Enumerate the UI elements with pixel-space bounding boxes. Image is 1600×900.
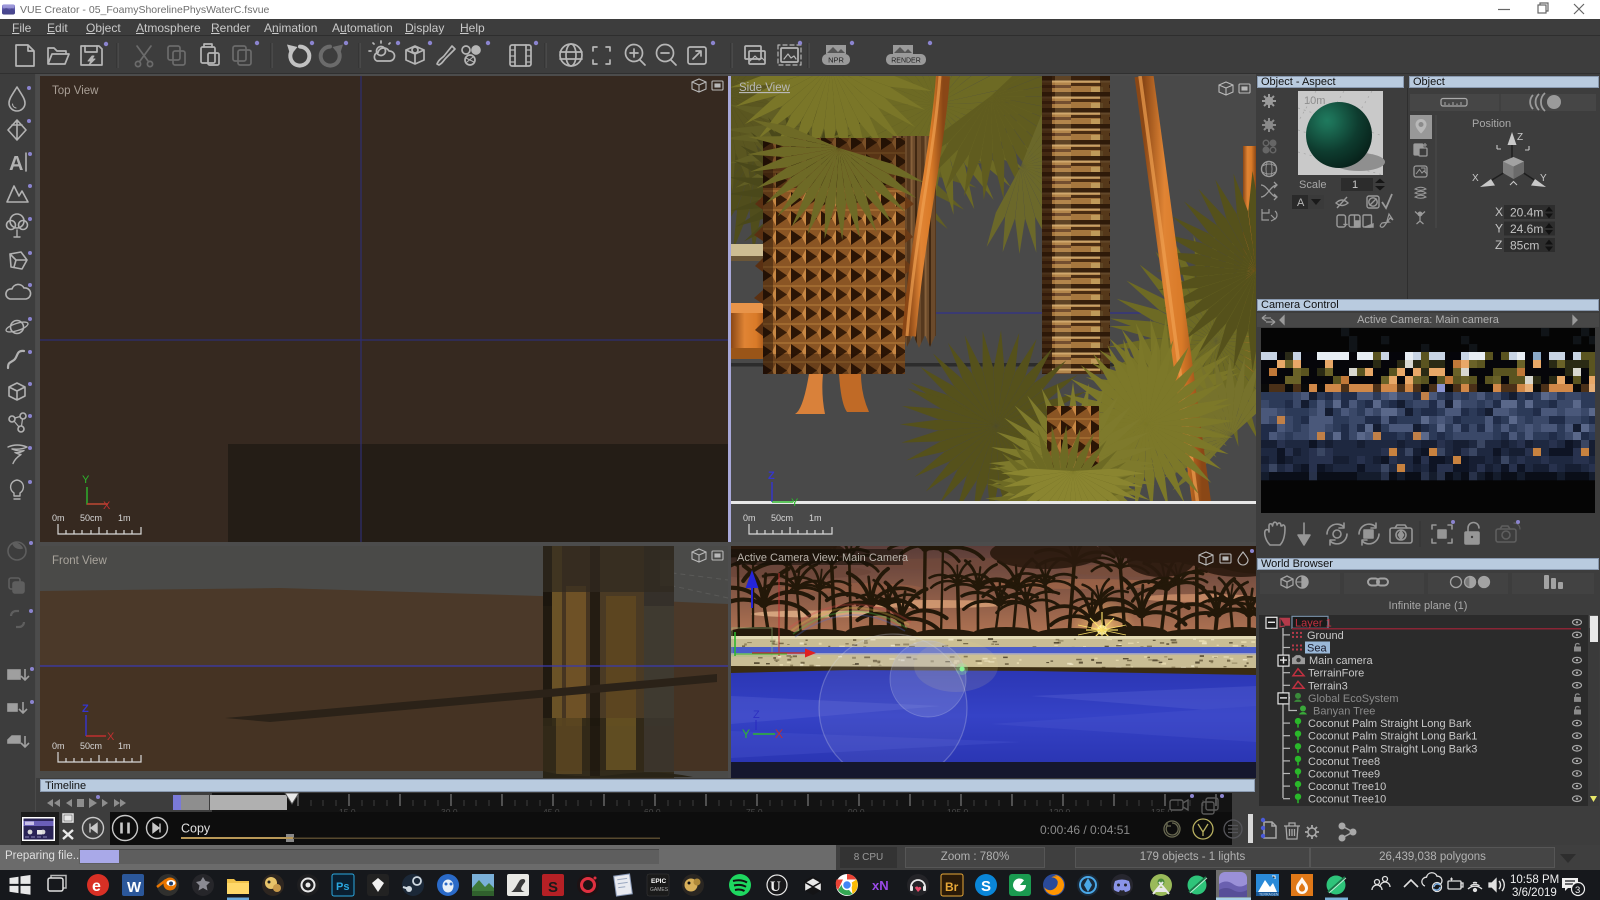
svg-text:Coconut Tree8: Coconut Tree8 [1308, 756, 1380, 768]
svg-text:Coconut Tree9: Coconut Tree9 [1308, 769, 1380, 781]
svg-text:0m: 0m [52, 513, 65, 523]
svg-text:Ps: Ps [336, 881, 349, 893]
svg-text:Side View: Side View [739, 82, 791, 94]
svg-text:EPIC: EPIC [651, 878, 666, 885]
svg-text:Sea: Sea [1307, 643, 1327, 655]
svg-text:TerrainFore: TerrainFore [1308, 668, 1364, 680]
svg-text:Z: Z [768, 470, 775, 482]
svg-text:Z: Z [1495, 238, 1502, 252]
svg-text:Br: Br [945, 880, 959, 894]
svg-text:Coconut Palm Straight Long Bar: Coconut Palm Straight Long Bark1 [1308, 731, 1477, 743]
svg-text:Z: Z [753, 709, 760, 721]
svg-text:Coconut Palm Straight Long Bar: Coconut Palm Straight Long Bark [1308, 718, 1472, 730]
svg-text:Active Camera View: Main Camer: Active Camera View: Main Camera [737, 552, 909, 564]
svg-text:S: S [981, 878, 991, 895]
svg-text:Y: Y [1540, 173, 1547, 184]
svg-text:X: X [1472, 173, 1479, 184]
svg-text:e: e [92, 878, 101, 895]
svg-text:RENDER: RENDER [891, 58, 921, 65]
svg-text:Top View: Top View [52, 85, 99, 97]
svg-text:Y: Y [1495, 222, 1503, 236]
svg-text:S: S [548, 879, 558, 896]
svg-text:Coconut Tree10: Coconut Tree10 [1308, 794, 1386, 806]
svg-text:50cm: 50cm [771, 513, 793, 523]
svg-text:Y: Y [82, 474, 90, 486]
svg-text:X: X [107, 731, 115, 743]
svg-text:W: W [127, 879, 142, 896]
svg-text:Layer 1: Layer 1 [1295, 617, 1332, 629]
svg-text:0m: 0m [743, 513, 756, 523]
svg-text:xN: xN [872, 878, 889, 893]
svg-text:1m: 1m [118, 513, 131, 523]
svg-text:Banyan Tree: Banyan Tree [1313, 706, 1375, 718]
svg-text:U: U [770, 879, 781, 895]
svg-text:3/6/2019: 3/6/2019 [1512, 887, 1557, 899]
svg-text:50cm: 50cm [80, 513, 102, 523]
svg-text:Y: Y [742, 727, 750, 741]
svg-text:A: A [9, 153, 23, 175]
svg-text:10m: 10m [1304, 95, 1325, 107]
svg-text:Y: Y [791, 497, 799, 509]
svg-text:Copy: Copy [181, 822, 211, 836]
svg-text:24.6m: 24.6m [1510, 222, 1543, 236]
svg-text:X: X [103, 500, 111, 512]
svg-text:Terrain3: Terrain3 [1308, 680, 1348, 692]
svg-text:Ground: Ground [1307, 630, 1344, 642]
svg-text:Coconut Palm Straight Long Bar: Coconut Palm Straight Long Bark3 [1308, 743, 1477, 755]
svg-text:X: X [775, 727, 783, 741]
svg-text:Z: Z [1517, 132, 1523, 143]
svg-text:Scale: Scale [1299, 179, 1327, 191]
svg-text:Position: Position [1472, 118, 1511, 130]
svg-text:20.4m: 20.4m [1510, 206, 1543, 220]
svg-text:Coconut Tree10: Coconut Tree10 [1308, 781, 1386, 793]
svg-text:Z: Z [82, 703, 89, 715]
svg-text:0m: 0m [52, 741, 65, 751]
svg-text:1m: 1m [809, 513, 822, 523]
svg-text:Front View: Front View [52, 555, 107, 567]
svg-text:Global EcoSystem: Global EcoSystem [1308, 693, 1398, 705]
svg-text:A: A [1297, 197, 1305, 209]
svg-text:3: 3 [1575, 885, 1580, 896]
svg-text:GAMES: GAMES [650, 887, 669, 893]
svg-text:1m: 1m [118, 741, 131, 751]
svg-text:Main camera: Main camera [1309, 655, 1373, 667]
svg-text:50cm: 50cm [80, 741, 102, 751]
svg-text:1: 1 [1352, 179, 1358, 191]
svg-text:10:58 PM: 10:58 PM [1510, 874, 1559, 886]
svg-text:TERRAGEN: TERRAGEN [1259, 893, 1279, 897]
svg-text:NPR: NPR [828, 56, 844, 65]
svg-text:X: X [1495, 205, 1503, 219]
svg-text:85cm: 85cm [1510, 239, 1539, 253]
